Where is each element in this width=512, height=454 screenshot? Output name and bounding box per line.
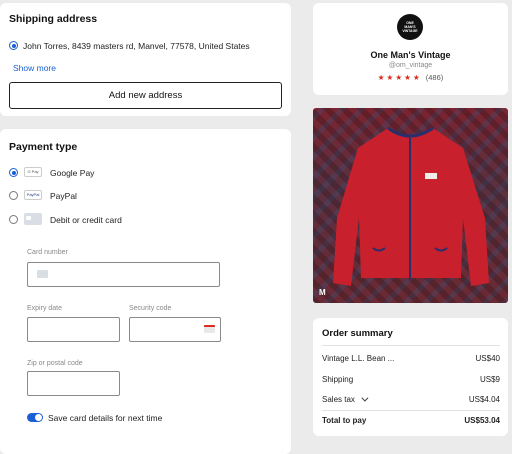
seller-name[interactable]: One Man's Vintage [313, 50, 508, 60]
summary-row-shipping: Shipping US$9 [322, 375, 500, 384]
expiry-label: Expiry date [27, 305, 63, 312]
paypal-radio[interactable] [9, 191, 18, 200]
seller-handle: @om_vintage [388, 62, 433, 69]
seller-card: ONE MAN'S VINTAGE One Man's Vintage @om_… [313, 3, 508, 95]
card-label: Debit or credit card [50, 215, 122, 225]
summary-divider-top [322, 345, 500, 346]
total-value: US$53.04 [464, 416, 500, 425]
security-field[interactable] [129, 317, 221, 342]
fleece-jacket-graphic [333, 126, 489, 286]
google-pay-radio[interactable] [9, 168, 18, 177]
shipping-title: Shipping address [9, 13, 98, 25]
add-address-label: Add new address [108, 90, 183, 101]
card-radio[interactable] [9, 215, 18, 224]
seller-logo-text: ONE MAN'S VINTAGE [402, 21, 418, 33]
chevron-down-icon[interactable] [361, 394, 369, 402]
order-summary-card: Order summary Vintage L.L. Bean ... US$4… [313, 318, 508, 436]
summary-divider-bottom [322, 410, 500, 411]
tax-label: Sales tax [322, 395, 355, 404]
save-card-label: Save card details for next time [48, 413, 163, 423]
show-more-link[interactable]: Show more [13, 63, 56, 73]
paypal-label: PayPal [50, 191, 77, 201]
product-image[interactable]: M [313, 108, 508, 303]
address-radio[interactable] [9, 41, 18, 50]
security-code-icon [204, 325, 215, 333]
size-badge: M [319, 288, 326, 297]
zip-field[interactable] [27, 371, 120, 396]
payment-title: Payment type [9, 141, 78, 153]
google-pay-label: Google Pay [50, 168, 95, 178]
card-field-icon [37, 270, 48, 278]
total-label: Total to pay [322, 416, 367, 425]
save-card-toggle[interactable] [27, 413, 43, 422]
seller-rating: ★ ★ ★ ★ ★ (486) [313, 73, 508, 82]
rating-stars: ★ ★ ★ ★ ★ [377, 73, 420, 82]
expiry-field[interactable] [27, 317, 120, 342]
google-pay-icon: G Pay [24, 167, 42, 177]
summary-row-total: Total to pay US$53.04 [322, 416, 500, 425]
review-count: (486) [425, 73, 444, 82]
security-label: Security code [129, 305, 172, 312]
credit-card-icon [24, 213, 42, 225]
summary-title: Order summary [322, 328, 393, 339]
shipping-value: US$9 [479, 375, 500, 384]
tax-value: US$4.04 [468, 395, 500, 404]
item-value: US$40 [475, 354, 500, 363]
payment-card: Payment type G Pay Google Pay PayPal Pay… [0, 129, 291, 454]
paypal-icon: PayPal [24, 190, 42, 200]
item-label: Vintage L.L. Bean ... [322, 354, 395, 363]
shipping-card: Shipping address John Torres, 8439 maste… [0, 3, 291, 116]
shipping-label: Shipping [322, 375, 354, 384]
add-address-button[interactable]: Add new address [9, 82, 282, 109]
zip-label: Zip or postal code [27, 360, 83, 367]
card-number-label: Card number [27, 249, 68, 256]
summary-row-tax[interactable]: Sales tax US$4.04 [322, 394, 500, 404]
summary-row-item: Vintage L.L. Bean ... US$40 [322, 354, 500, 363]
address-text: John Torres, 8439 masters rd, Manvel, 77… [23, 41, 250, 51]
seller-avatar[interactable]: ONE MAN'S VINTAGE [397, 14, 423, 40]
card-number-field[interactable] [27, 262, 220, 287]
